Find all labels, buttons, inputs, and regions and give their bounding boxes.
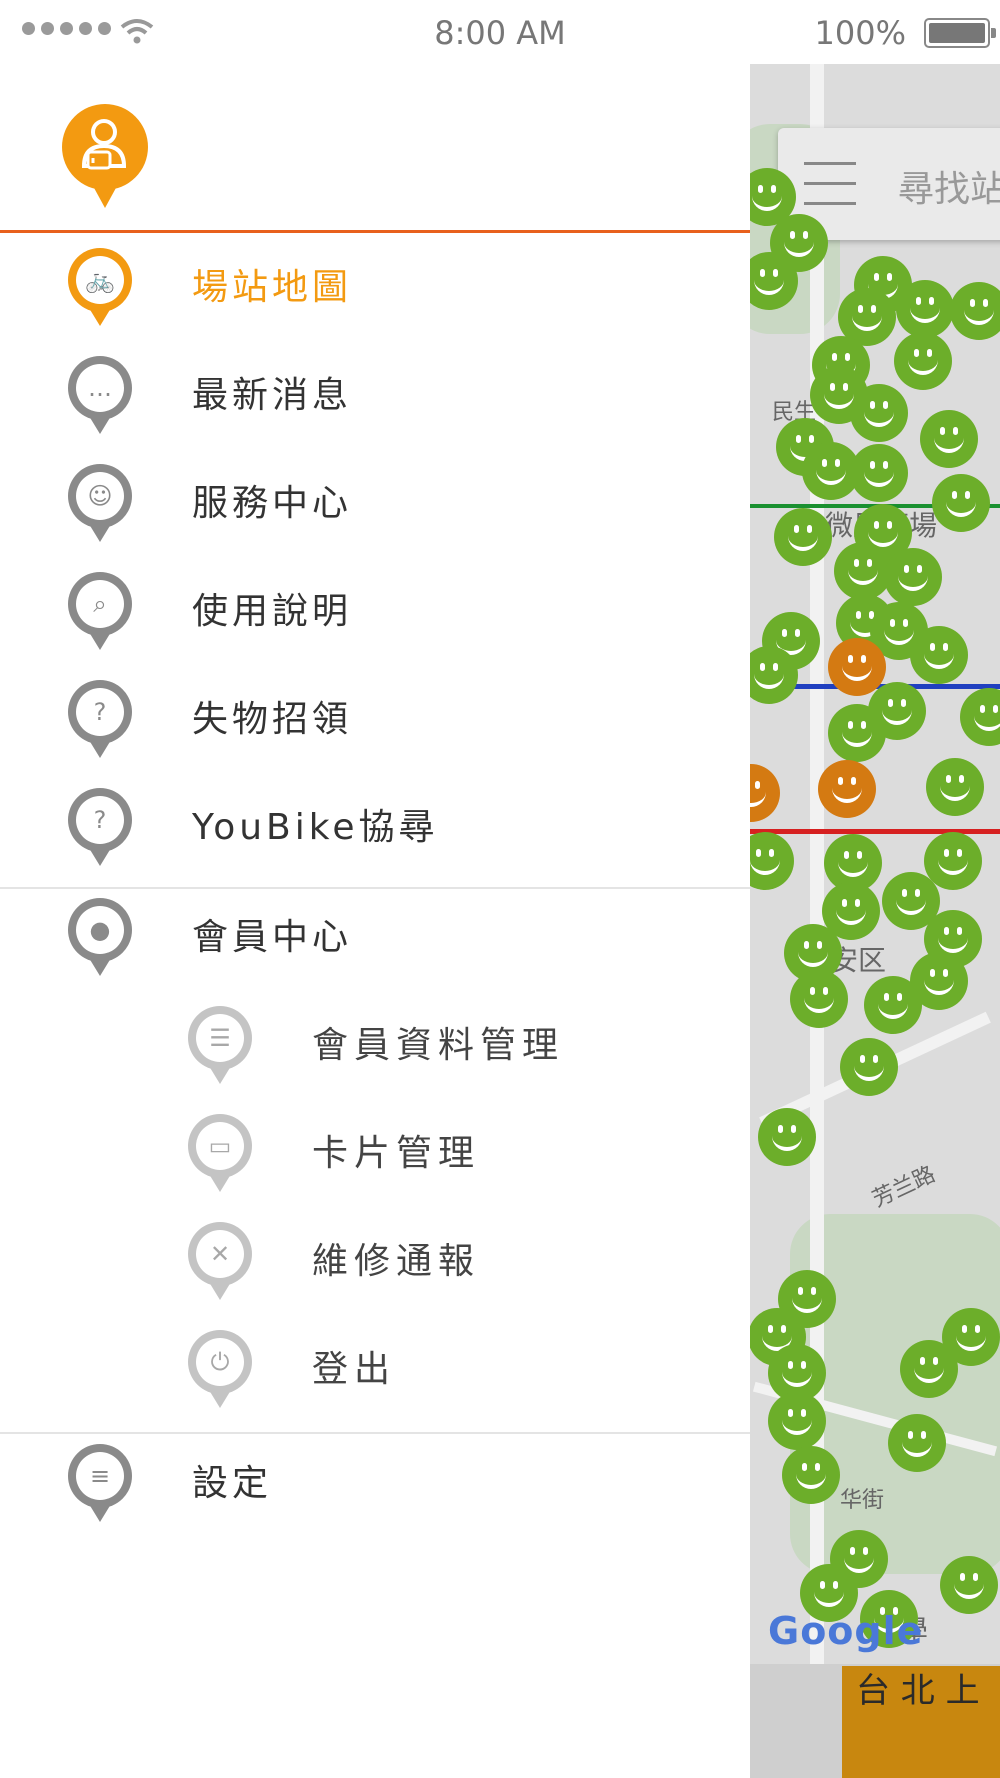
- ad-banner-area: 台 北 上: [750, 1664, 1000, 1778]
- station-pin[interactable]: [758, 1108, 816, 1166]
- battery-percentage: 100%: [814, 14, 906, 52]
- bike-question-icon: ?: [68, 788, 132, 866]
- station-pin[interactable]: [888, 1414, 946, 1472]
- menu-item-label: 失物招領: [192, 699, 353, 740]
- menu-item-member-center[interactable]: ● 會員中心: [0, 882, 750, 982]
- bike-icon: 🚲: [68, 248, 132, 326]
- station-pin[interactable]: [774, 508, 832, 566]
- station-pin[interactable]: [864, 976, 922, 1034]
- menu-item-station-map[interactable]: 🚲 場站地圖: [0, 232, 750, 332]
- station-pin-low[interactable]: [828, 638, 886, 696]
- station-pin[interactable]: [894, 332, 952, 390]
- submenu-item-label: 卡片管理: [312, 1133, 481, 1174]
- ad-text: 台 北 上: [856, 1671, 980, 1711]
- station-pin[interactable]: [896, 280, 954, 338]
- menu-item-label: 設定: [192, 1463, 273, 1504]
- station-pin[interactable]: [900, 1340, 958, 1398]
- menu-item-settings[interactable]: ≡ 設定: [0, 1428, 750, 1528]
- service-staff-icon: ☺: [68, 464, 132, 542]
- menu-item-youbike-search[interactable]: ? YouBike協尋: [0, 772, 750, 872]
- submenu-item-label: 維修通報: [312, 1241, 481, 1282]
- search-placeholder: 尋找站: [898, 169, 1000, 210]
- menu-item-label: YouBike協尋: [192, 807, 439, 848]
- submenu-item-card-management[interactable]: ▭ 卡片管理: [0, 1098, 750, 1198]
- station-pin[interactable]: [850, 384, 908, 442]
- station-pin[interactable]: [782, 1446, 840, 1504]
- submenu-item-member-profile[interactable]: ☰ 會員資料管理: [0, 990, 750, 1090]
- map-place-label: 华街: [840, 1488, 885, 1513]
- station-pin[interactable]: [910, 626, 968, 684]
- power-icon: ⏻: [188, 1330, 252, 1408]
- station-pin[interactable]: [850, 444, 908, 502]
- station-pin[interactable]: [790, 970, 848, 1028]
- navigation-drawer: 🚲 場站地圖 … 最新消息 ☺ 服務中心 ⌕ 使用說明 ? 失物招領 ? You…: [0, 64, 750, 1778]
- station-pin[interactable]: [932, 474, 990, 532]
- station-pin[interactable]: [920, 410, 978, 468]
- ad-banner[interactable]: 台 北 上: [842, 1666, 1000, 1778]
- status-bar: 8:00 AM 100%: [0, 0, 1000, 64]
- station-pin-low[interactable]: [750, 764, 780, 822]
- id-profile-icon: ☰: [188, 1006, 252, 1084]
- station-pin[interactable]: [950, 282, 1000, 340]
- station-pin[interactable]: [768, 1392, 826, 1450]
- user-icon: ●: [68, 898, 132, 976]
- submenu-item-repair-report[interactable]: ✕ 維修通報: [0, 1206, 750, 1306]
- menu-item-label: 會員中心: [192, 917, 353, 958]
- station-pin[interactable]: [828, 704, 886, 762]
- wrench-tools-icon: ✕: [188, 1222, 252, 1300]
- submenu-item-label: 登出: [312, 1349, 397, 1390]
- chat-bubble-icon: …: [68, 356, 132, 434]
- station-pin-low[interactable]: [818, 760, 876, 818]
- menu-item-lost-and-found[interactable]: ? 失物招領: [0, 664, 750, 764]
- station-pin[interactable]: [960, 688, 1000, 746]
- submenu-item-logout[interactable]: ⏻ 登出: [0, 1314, 750, 1414]
- menu-item-label: 場站地圖: [192, 267, 353, 308]
- menu-item-service-center[interactable]: ☺ 服務中心: [0, 448, 750, 548]
- station-map[interactable]: 尋找站 民生 微風廣場 安区 芳兰路 华街 學: [750, 64, 1000, 1664]
- google-attribution: Google: [768, 1609, 924, 1653]
- menu-item-label: 最新消息: [192, 375, 353, 416]
- menu-item-label: 使用說明: [192, 591, 353, 632]
- menu-item-user-guide[interactable]: ⌕ 使用說明: [0, 556, 750, 656]
- hamburger-menu-icon[interactable]: [804, 162, 856, 206]
- station-pin[interactable]: [750, 832, 794, 890]
- sliders-icon: ≡: [68, 1444, 132, 1522]
- lost-luggage-icon: ?: [68, 680, 132, 758]
- battery-icon: [924, 18, 996, 48]
- menu-item-news[interactable]: … 最新消息: [0, 340, 750, 440]
- menu-item-label: 服務中心: [192, 483, 353, 524]
- map-place-label: 芳兰路: [868, 1161, 940, 1213]
- manual-search-icon: ⌕: [68, 572, 132, 650]
- station-pin[interactable]: [884, 548, 942, 606]
- station-pin[interactable]: [840, 1038, 898, 1096]
- station-pin[interactable]: [926, 758, 984, 816]
- card-icon: ▭: [188, 1114, 252, 1192]
- submenu-item-label: 會員資料管理: [312, 1025, 565, 1066]
- station-pin[interactable]: [834, 542, 892, 600]
- user-avatar-icon[interactable]: [62, 104, 148, 208]
- station-pin[interactable]: [940, 1556, 998, 1614]
